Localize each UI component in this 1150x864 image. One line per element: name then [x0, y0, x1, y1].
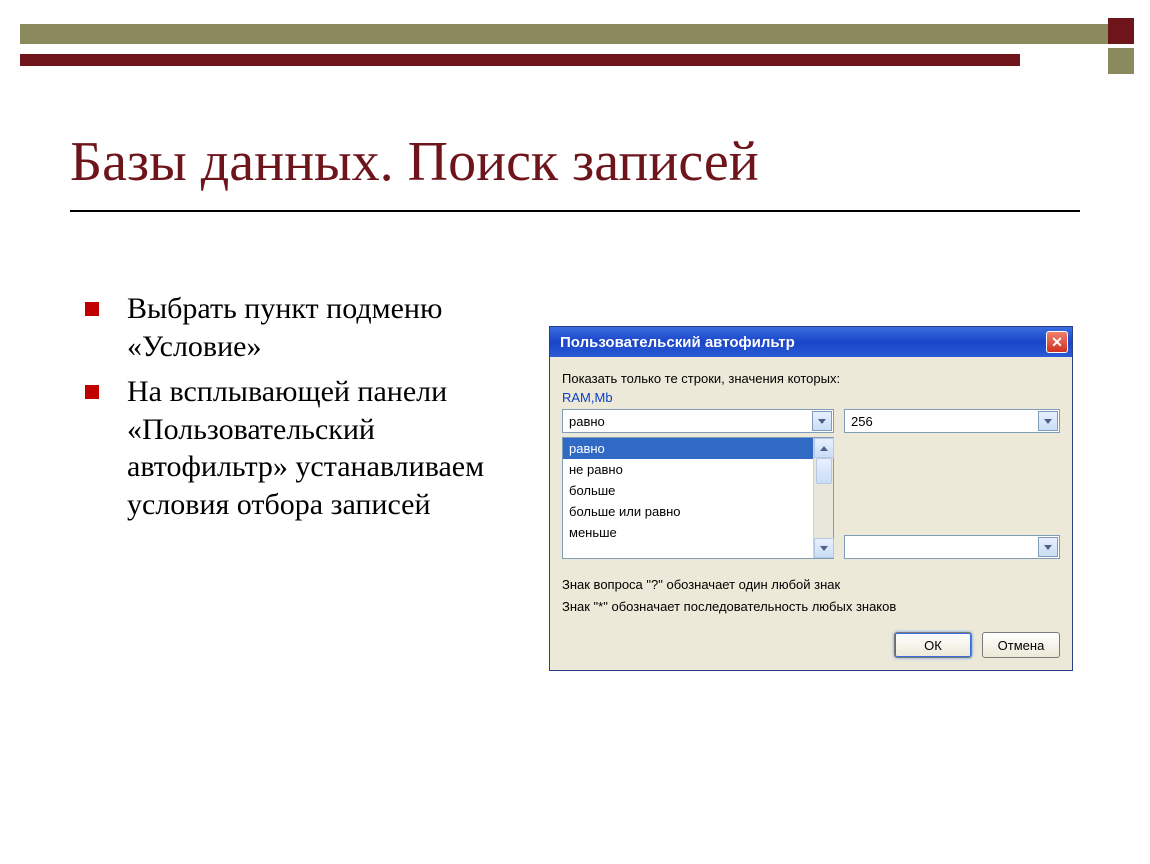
list-item: На всплывающей панели «Пользовательский … [85, 373, 515, 523]
ok-button[interactable]: ОК [894, 632, 972, 658]
bullet-text: На всплывающей панели «Пользовательский … [127, 373, 515, 523]
bullet-icon [85, 385, 99, 399]
slide-title: Базы данных. Поиск записей [70, 130, 759, 194]
dropdown-button[interactable] [1038, 411, 1058, 431]
chevron-down-icon [1044, 419, 1052, 424]
dialog-titlebar[interactable]: Пользовательский автофильтр ✕ [550, 327, 1072, 357]
dialog-body: Показать только те строки, значения кото… [550, 357, 1072, 670]
decor-bar-olive [20, 24, 1108, 44]
close-button[interactable]: ✕ [1046, 331, 1068, 353]
chevron-down-icon [818, 419, 826, 424]
title-underline [70, 210, 1080, 212]
decor-bar-maroon [20, 54, 1020, 66]
operator-dropdown-list[interactable]: равно не равно больше больше или равно м… [562, 437, 834, 559]
operator-value: равно [569, 414, 605, 429]
bullet-icon [85, 302, 99, 316]
scroll-thumb[interactable] [816, 458, 832, 484]
list-item: Выбрать пункт подменю «Условие» [85, 290, 515, 365]
dropdown-option[interactable]: меньше [563, 522, 813, 543]
dropdown-option[interactable]: больше или равно [563, 501, 813, 522]
dropdown-button[interactable] [812, 411, 832, 431]
decor-square-olive [1108, 48, 1134, 74]
hint-text-2: Знак "*" обозначает последовательность л… [562, 597, 1060, 617]
close-icon: ✕ [1051, 334, 1063, 351]
hint-text-1: Знак вопроса "?" обозначает один любой з… [562, 575, 1060, 595]
cancel-button[interactable]: Отмена [982, 632, 1060, 658]
autofilter-dialog: Пользовательский автофильтр ✕ Показать т… [549, 326, 1073, 671]
dropdown-option[interactable]: не равно [563, 459, 813, 480]
chevron-down-icon [1044, 545, 1052, 550]
condition-row-1: равно 256 [562, 409, 1060, 433]
scrollbar[interactable] [813, 438, 833, 558]
button-row: ОК Отмена [562, 632, 1060, 658]
instruction-label: Показать только те строки, значения кото… [562, 371, 1060, 386]
value-text: 256 [851, 414, 873, 429]
dropdown-option[interactable]: больше [563, 480, 813, 501]
scroll-up-button[interactable] [814, 438, 834, 458]
dialog-title: Пользовательский автофильтр [560, 334, 795, 351]
field-label: RAM,Mb [562, 390, 1060, 405]
value-combo-2[interactable] [844, 535, 1060, 559]
dropdown-option[interactable]: равно [563, 438, 813, 459]
scroll-down-button[interactable] [814, 538, 834, 558]
bullet-text: Выбрать пункт подменю «Условие» [127, 290, 515, 365]
dropdown-button[interactable] [1038, 537, 1058, 557]
value-combo-1[interactable]: 256 [844, 409, 1060, 433]
chevron-up-icon [820, 446, 828, 451]
chevron-down-icon [820, 546, 828, 551]
bullet-list: Выбрать пункт подменю «Условие» На всплы… [85, 290, 515, 531]
operator-combo-1[interactable]: равно [562, 409, 834, 433]
decor-square-maroon [1108, 18, 1134, 44]
